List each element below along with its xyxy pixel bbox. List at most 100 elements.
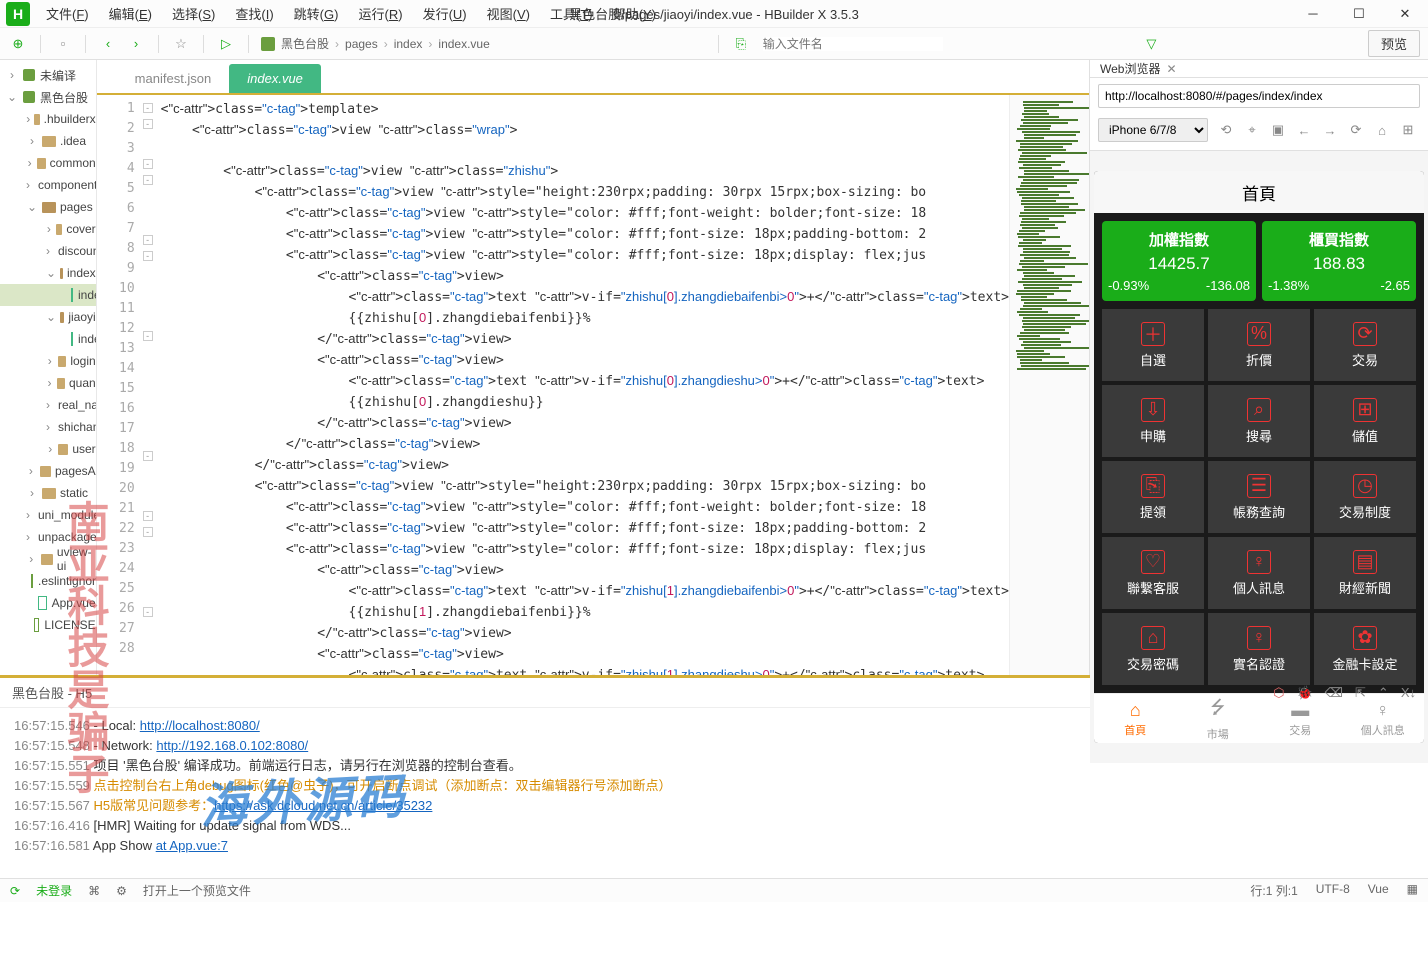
grid-item[interactable]: ♡聯繫客服 bbox=[1102, 537, 1204, 609]
tree-item[interactable]: index.vue bbox=[0, 284, 96, 306]
stop-icon[interactable]: ⬡ bbox=[1273, 685, 1284, 701]
close-console-icon[interactable]: X↓ bbox=[1401, 685, 1416, 701]
tree-item[interactable]: ›quan bbox=[0, 372, 96, 394]
menu-item[interactable]: 跳转(G) bbox=[284, 0, 349, 27]
file-search-input[interactable] bbox=[763, 37, 943, 51]
grid-item[interactable]: ⌂交易密碼 bbox=[1102, 613, 1204, 685]
url-input[interactable] bbox=[1098, 84, 1420, 108]
save-icon[interactable]: ▫ bbox=[53, 34, 73, 54]
back-icon[interactable]: ‹ bbox=[98, 34, 118, 54]
editor-tab[interactable]: index.vue bbox=[229, 64, 321, 93]
lock-icon[interactable]: ⌂ bbox=[1374, 123, 1390, 138]
console-link[interactable]: at App.vue:7 bbox=[156, 838, 228, 853]
console-tab-label[interactable]: 黑色台股 - H5 bbox=[12, 683, 92, 702]
run-icon[interactable]: ▷ bbox=[216, 34, 236, 54]
nav-back-icon[interactable]: ← bbox=[1296, 123, 1312, 138]
grid-item[interactable]: ⊞儲值 bbox=[1314, 385, 1416, 457]
tree-item[interactable]: ›uni_modules bbox=[0, 504, 96, 526]
reload-icon[interactable]: ⟳ bbox=[1348, 122, 1364, 138]
menu-item[interactable]: 编辑(E) bbox=[99, 0, 162, 27]
grid-item[interactable]: ♀實名認證 bbox=[1208, 613, 1310, 685]
console-link[interactable]: http://localhost:8080/ bbox=[140, 718, 260, 733]
index-card[interactable]: 櫃買指數188.83-1.38%-2.65 bbox=[1262, 221, 1416, 301]
breadcrumb-item[interactable]: index.vue bbox=[438, 37, 489, 51]
rotate-icon[interactable]: ⟲ bbox=[1218, 122, 1234, 138]
collapse-icon[interactable]: ⌃ bbox=[1378, 685, 1389, 701]
grid-item[interactable]: ☰帳務查詢 bbox=[1208, 461, 1310, 533]
grid-icon[interactable]: ⊞ bbox=[1400, 122, 1416, 138]
terminal-icon[interactable]: ⌘ bbox=[88, 884, 100, 898]
menu-item[interactable]: 查找(I) bbox=[225, 0, 283, 27]
tree-item[interactable]: ›pagesA bbox=[0, 460, 96, 482]
nav-fwd-icon[interactable]: → bbox=[1322, 123, 1338, 138]
grid-item[interactable]: ⇩申購 bbox=[1102, 385, 1204, 457]
bug-icon[interactable]: 🐞 bbox=[1296, 685, 1312, 701]
maximize-button[interactable]: ☐ bbox=[1336, 0, 1382, 28]
grid-item[interactable]: ♀個人訊息 bbox=[1208, 537, 1310, 609]
dev-icon[interactable]: ⌖ bbox=[1244, 122, 1260, 138]
tree-item[interactable]: ›login bbox=[0, 350, 96, 372]
tree-item[interactable]: ›discount_gupiao bbox=[0, 240, 96, 262]
grid-item[interactable]: ⟳交易 bbox=[1314, 309, 1416, 381]
tree-item[interactable]: ›shichang bbox=[0, 416, 96, 438]
status-extra-icon[interactable]: ▦ bbox=[1407, 882, 1418, 899]
index-card[interactable]: 加權指數14425.7-0.93%-136.08 bbox=[1102, 221, 1256, 301]
bookmark-icon[interactable]: ☆ bbox=[171, 34, 191, 54]
tree-item[interactable]: .eslintignore bbox=[0, 570, 96, 592]
search-file-icon[interactable]: ⎘ bbox=[731, 34, 751, 54]
console-body[interactable]: 海外源码 16:57:15.546 - Local: http://localh… bbox=[0, 708, 1428, 878]
clear-icon[interactable]: ⌫ bbox=[1325, 685, 1343, 701]
breadcrumb-item[interactable]: 黑色台股 bbox=[281, 35, 329, 52]
tree-item[interactable]: ›未编译 bbox=[0, 64, 96, 86]
device-select[interactable]: iPhone 6/7/8 bbox=[1098, 118, 1208, 142]
tree-item[interactable]: ›cover bbox=[0, 218, 96, 240]
tree-item[interactable]: App.vue bbox=[0, 592, 96, 614]
menu-item[interactable]: 视图(V) bbox=[477, 0, 540, 27]
login-status[interactable]: 未登录 bbox=[36, 882, 72, 899]
tree-item[interactable]: ›user bbox=[0, 438, 96, 460]
menu-item[interactable]: 运行(R) bbox=[348, 0, 412, 27]
grid-item[interactable]: ▤財經新聞 bbox=[1314, 537, 1416, 609]
grid-item[interactable]: ✿金融卡設定 bbox=[1314, 613, 1416, 685]
tree-item[interactable]: ›uview-ui bbox=[0, 548, 96, 570]
tree-item[interactable]: ›components bbox=[0, 174, 96, 196]
filter-icon[interactable]: ▽ bbox=[1146, 36, 1156, 52]
panel-icon[interactable]: ▣ bbox=[1270, 122, 1286, 138]
tree-item[interactable]: ›common bbox=[0, 152, 96, 174]
close-button[interactable]: ✕ bbox=[1382, 0, 1428, 28]
tree-item[interactable]: ⌄jiaoyi bbox=[0, 306, 96, 328]
tree-item[interactable]: ⌄index bbox=[0, 262, 96, 284]
forward-icon[interactable]: › bbox=[126, 34, 146, 54]
grid-item[interactable]: %折價 bbox=[1208, 309, 1310, 381]
code-editor[interactable]: <"c-attr">class="c-tag">template> <"c-at… bbox=[155, 95, 1009, 675]
tree-item[interactable]: ⌄pages bbox=[0, 196, 96, 218]
tree-item[interactable]: ›real_name bbox=[0, 394, 96, 416]
console-link[interactable]: http://192.168.0.102:8080/ bbox=[156, 738, 308, 753]
breadcrumb-item[interactable]: pages bbox=[345, 37, 378, 51]
export-icon[interactable]: ⇱ bbox=[1355, 685, 1366, 701]
tree-item[interactable]: ›.hbuilderx bbox=[0, 108, 96, 130]
tree-item[interactable]: ⌄黑色台股 bbox=[0, 86, 96, 108]
editor-tab[interactable]: manifest.json bbox=[117, 64, 230, 93]
tree-item[interactable]: LICENSE bbox=[0, 614, 96, 636]
tree-item[interactable]: ›static bbox=[0, 482, 96, 504]
breadcrumb-item[interactable]: index bbox=[394, 37, 423, 51]
encoding[interactable]: UTF-8 bbox=[1316, 882, 1350, 899]
console-link[interactable]: https://ask.dcloud.net.cn/article/35232 bbox=[214, 798, 432, 813]
sync-icon[interactable]: ⟳ bbox=[10, 884, 20, 898]
close-tab-icon[interactable]: ✕ bbox=[1166, 62, 1176, 76]
settings-icon[interactable]: ⚙ bbox=[116, 884, 127, 898]
minimize-button[interactable]: ─ bbox=[1290, 0, 1336, 28]
language-mode[interactable]: Vue bbox=[1368, 882, 1389, 899]
menu-item[interactable]: 选择(S) bbox=[162, 0, 225, 27]
grid-item[interactable]: ＋自選 bbox=[1102, 309, 1204, 381]
grid-item[interactable]: ⎘提領 bbox=[1102, 461, 1204, 533]
grid-item[interactable]: ⌕搜尋 bbox=[1208, 385, 1310, 457]
menu-item[interactable]: 文件(F) bbox=[36, 0, 99, 27]
tree-item[interactable]: ›.idea bbox=[0, 130, 96, 152]
preview-button[interactable]: 预览 bbox=[1368, 30, 1420, 57]
tree-item[interactable]: index.vue bbox=[0, 328, 96, 350]
project-explorer[interactable]: ›未编译⌄黑色台股›.hbuilderx›.idea›common›compon… bbox=[0, 60, 97, 675]
menu-item[interactable]: 发行(U) bbox=[413, 0, 477, 27]
new-file-icon[interactable]: ⊕ bbox=[8, 34, 28, 54]
